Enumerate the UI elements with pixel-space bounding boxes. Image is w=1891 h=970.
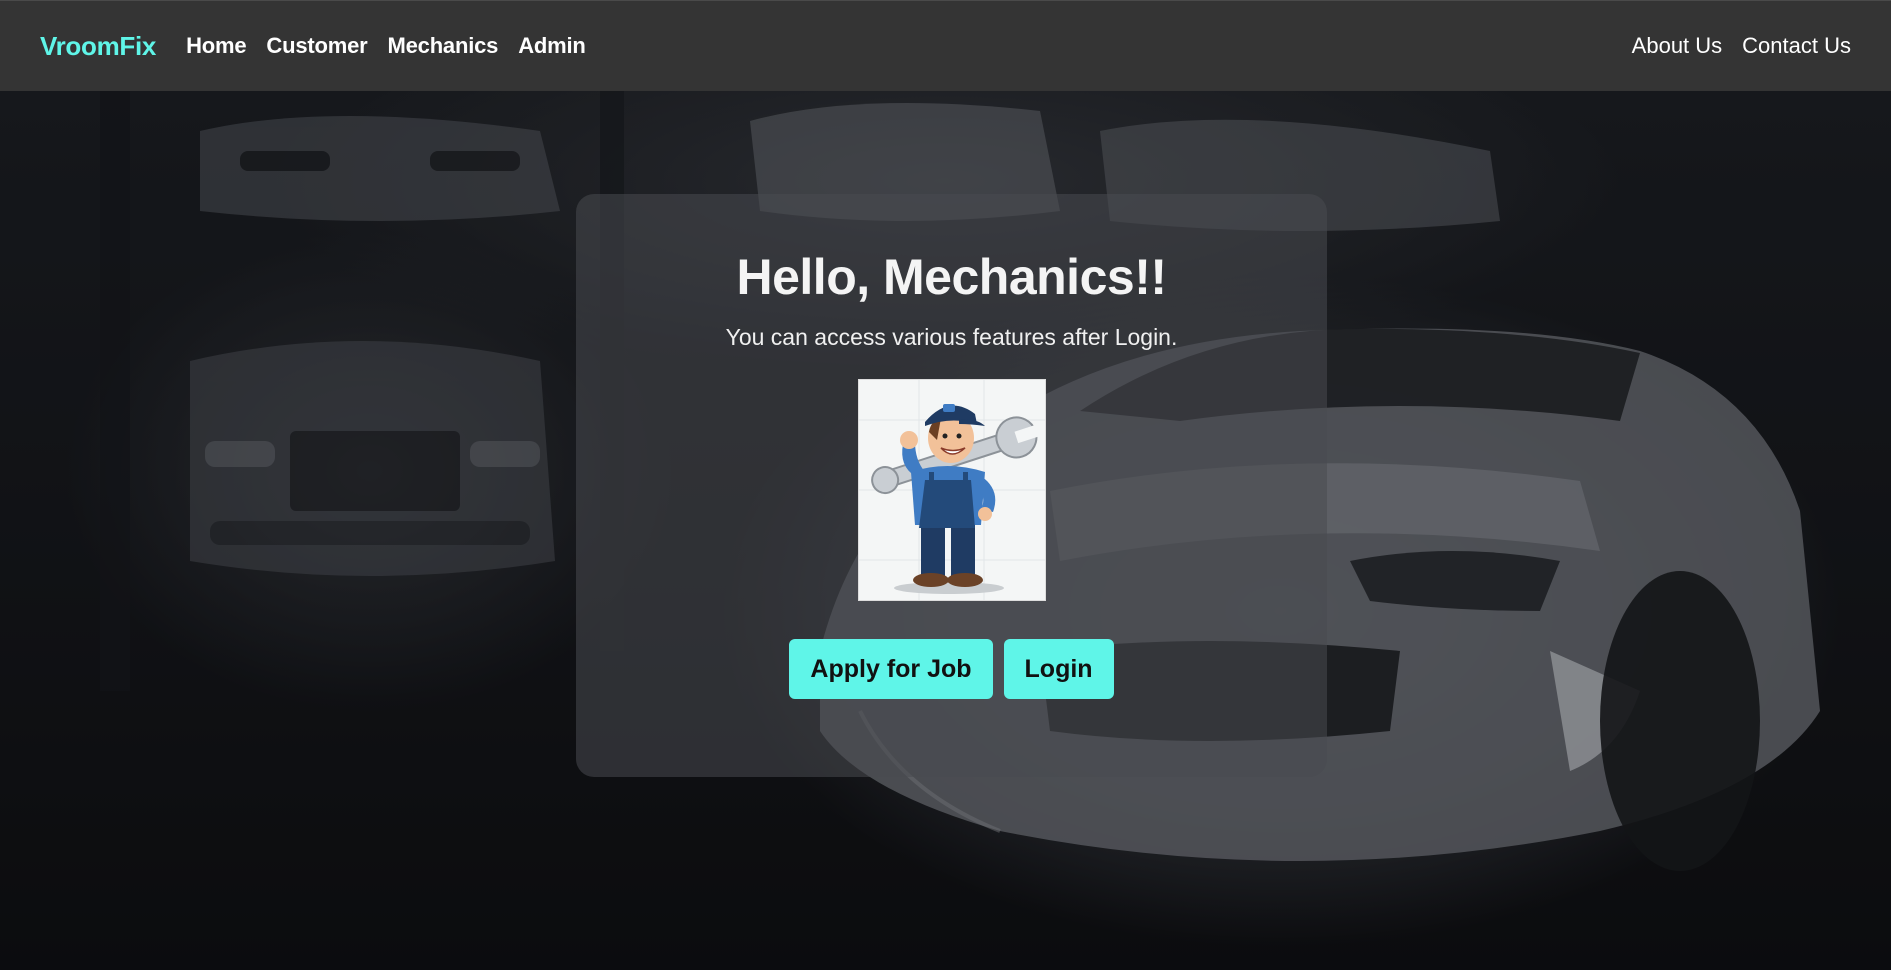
nav-link-home[interactable]: Home bbox=[186, 33, 247, 59]
nav-link-mechanics[interactable]: Mechanics bbox=[388, 33, 499, 59]
welcome-card: Hello, Mechanics!! You can access variou… bbox=[576, 194, 1327, 777]
secondary-nav: About Us Contact Us bbox=[1632, 33, 1851, 59]
mechanic-illustration bbox=[857, 379, 1046, 601]
nav-link-contact-us[interactable]: Contact Us bbox=[1742, 33, 1851, 59]
apply-for-job-button[interactable]: Apply for Job bbox=[789, 639, 993, 699]
nav-link-admin[interactable]: Admin bbox=[518, 33, 586, 59]
login-button[interactable]: Login bbox=[1003, 639, 1114, 699]
card-actions: Apply for Job Login bbox=[576, 639, 1327, 699]
welcome-title: Hello, Mechanics!! bbox=[736, 249, 1168, 305]
nav-link-customer[interactable]: Customer bbox=[266, 33, 367, 59]
top-navbar: VroomFix Home Customer Mechanics Admin A… bbox=[0, 0, 1891, 91]
nav-link-about-us[interactable]: About Us bbox=[1632, 33, 1723, 59]
brand-logo-link[interactable]: VroomFix bbox=[40, 31, 156, 62]
primary-nav: Home Customer Mechanics Admin bbox=[186, 33, 586, 59]
welcome-subtitle: You can access various features after Lo… bbox=[725, 324, 1178, 350]
